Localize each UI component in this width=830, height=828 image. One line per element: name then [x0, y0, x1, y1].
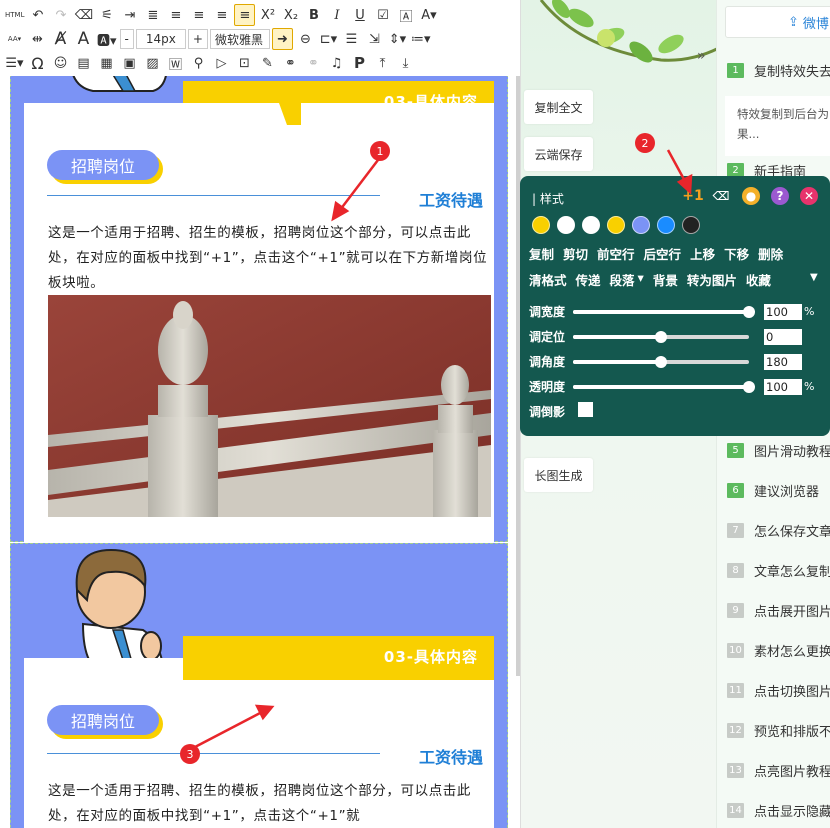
annotation-badge-1: 1	[370, 141, 390, 161]
annotation-badge-2: 2	[635, 133, 655, 153]
annotation-arrows	[194, 149, 693, 749]
annotation-badge-3: 3	[180, 744, 200, 764]
